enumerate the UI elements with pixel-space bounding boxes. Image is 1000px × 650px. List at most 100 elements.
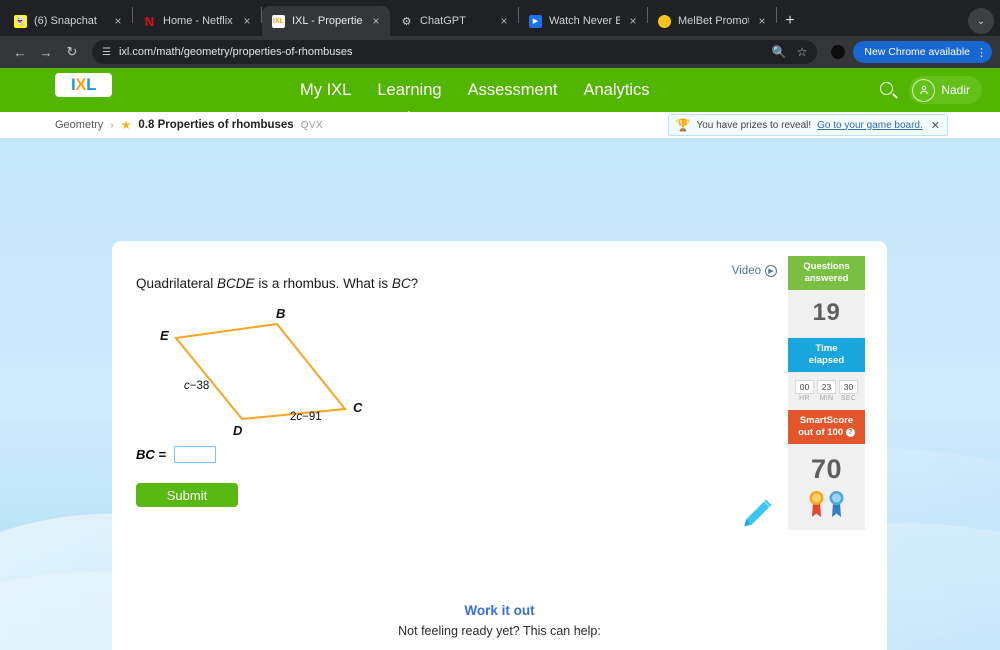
timer-hr-label: HR — [799, 395, 810, 402]
nav-item-learning[interactable]: Learning — [377, 68, 441, 112]
play-circle-icon[interactable]: ▶ — [765, 265, 777, 277]
stats-panel: Questions answered 19 Time elapsed 00 23… — [788, 256, 865, 530]
te-title-1: Time — [815, 343, 838, 354]
skill-code: QVX — [300, 119, 324, 131]
tab-close-icon[interactable]: × — [756, 15, 768, 27]
snapchat-favicon-icon: 👻 — [14, 14, 27, 28]
rhombus-outline — [174, 322, 347, 421]
smartscore-header: SmartScore out of 100 ? — [788, 410, 865, 444]
new-tab-button[interactable]: + — [777, 8, 803, 34]
side-label-ed: c−38 — [184, 380, 209, 392]
prompt-quad-name: BCDE — [217, 276, 255, 291]
timer-seconds: 30 — [839, 380, 858, 394]
question-prompt: Quadrilateral BCDE is a rhombus. What is… — [136, 276, 418, 291]
browser-tab-netflix[interactable]: N Home - Netflix × — [133, 6, 261, 36]
nav-item-my-ixl[interactable]: My IXL — [300, 68, 351, 112]
tab-title: (6) Snapchat — [34, 15, 97, 27]
prompt-mid: is a rhombus. What is — [254, 276, 392, 291]
tab-close-icon[interactable]: × — [627, 15, 639, 27]
ixl-logo[interactable]: I X L — [55, 73, 112, 97]
forward-arrow-icon[interactable]: → — [34, 40, 58, 64]
search-icon[interactable] — [880, 81, 897, 99]
submit-button[interactable]: Submit — [136, 483, 238, 507]
side-label-dc-rest: −91 — [302, 411, 322, 423]
game-board-link[interactable]: Go to your game board. — [817, 120, 923, 131]
address-bar[interactable]: ☰ ixl.com/math/geometry/properties-of-rh… — [92, 40, 818, 64]
ss-title-2-row: out of 100 ? — [788, 427, 865, 439]
prompt-segment-name: BC — [391, 276, 411, 291]
questions-answered-value: 19 — [812, 299, 841, 326]
nav-item-analytics[interactable]: Analytics — [583, 68, 649, 112]
breadcrumb-subject[interactable]: Geometry — [55, 119, 103, 131]
site-settings-tune-icon[interactable]: ☰ — [102, 47, 111, 58]
te-title-2: elapsed — [808, 355, 845, 366]
tab-title: IXL - Properties of rhomb — [292, 15, 363, 27]
answer-label: BC = — [136, 447, 166, 462]
breadcrumb-bar: Geometry › ★ 0.8 Properties of rhombuses… — [0, 112, 1000, 138]
browser-tab-snapchat[interactable]: 👻 (6) Snapchat × — [4, 6, 132, 36]
tab-close-icon[interactable]: × — [112, 15, 124, 27]
ixl-main-nav: I X L My IXL Learning Assessment Analyti… — [0, 68, 1000, 112]
tab-close-icon[interactable]: × — [370, 15, 382, 27]
close-icon[interactable]: ✕ — [931, 119, 940, 132]
zoom-in-icon[interactable]: 🔍 — [772, 45, 787, 59]
ixl-page: I X L My IXL Learning Assessment Analyti… — [0, 68, 1000, 650]
chatgpt-favicon-icon: ⚙ — [401, 15, 412, 28]
tab-title: Home - Netflix — [163, 15, 233, 27]
time-elapsed-header: Time elapsed — [788, 338, 865, 372]
not-ready-text: Not feeling ready yet? This can help: — [398, 624, 601, 638]
back-arrow-icon[interactable]: ← — [8, 40, 32, 64]
pencil-icon[interactable] — [739, 496, 775, 532]
url-text: ixl.com/math/geometry/properties-of-rhom… — [118, 46, 353, 58]
prompt-end: ? — [410, 276, 419, 291]
video-link[interactable]: Video ▶ — [732, 265, 777, 277]
breadcrumb-separator: › — [110, 119, 114, 131]
browser-tab-video[interactable]: ▶ Watch Never Back Down × — [519, 6, 647, 36]
side-label-ed-rest: −38 — [189, 380, 210, 392]
bookmark-star-outline-icon[interactable]: ☆ — [797, 45, 808, 59]
gold-ribbon-icon — [809, 491, 824, 517]
user-name-label: Nadir — [941, 83, 970, 97]
nav-links: My IXL Learning Assessment Analytics — [300, 68, 650, 112]
browser-menu-kebab-icon[interactable]: ⋮ — [976, 46, 987, 59]
prompt-pre: Quadrilateral — [136, 276, 218, 291]
timer-minutes: 23 — [817, 380, 836, 394]
tab-title: ChatGPT — [420, 15, 466, 27]
logo-letter-l: L — [86, 75, 96, 94]
address-bar-actions: 🔍 ☆ — [772, 45, 808, 59]
breadcrumb-skill-title: 0.8 Properties of rhombuses — [138, 119, 294, 131]
tab-search-chevron-down-icon[interactable]: ⌄ — [968, 8, 994, 34]
avatar-icon — [912, 78, 936, 102]
browser-tab-ixl[interactable]: IXL IXL - Properties of rhomb × — [262, 6, 390, 36]
help-circle-icon[interactable]: ? — [845, 427, 855, 437]
browser-tab-melbet[interactable]: MelBet Promotion - Rock × — [648, 6, 776, 36]
nav-item-assessment[interactable]: Assessment — [468, 68, 558, 112]
work-it-out-heading: Work it out — [464, 603, 535, 618]
reload-icon[interactable]: ↻ — [60, 40, 84, 64]
answer-input[interactable] — [173, 446, 216, 463]
timer-values: 00 23 30 — [788, 372, 865, 395]
vertex-label-e: E — [160, 328, 169, 343]
browser-tab-chatgpt[interactable]: ⚙ ChatGPT × — [390, 6, 518, 36]
chrome-update-button[interactable]: New Chrome available ⋮ — [853, 41, 992, 63]
melbet-favicon-icon — [658, 14, 671, 28]
profile-avatar-icon[interactable] — [831, 45, 846, 59]
timer-hours: 00 — [795, 380, 814, 394]
vertex-label-b: B — [276, 306, 286, 321]
netflix-favicon-icon: N — [144, 13, 155, 29]
question-card: Video ▶ Quadrilateral BCDE is a rhombus.… — [112, 241, 887, 650]
smartscore-value: 70 — [810, 454, 843, 484]
vertex-label-c: C — [353, 400, 363, 415]
user-menu-button[interactable]: Nadir — [909, 76, 982, 104]
browser-window: 👻 (6) Snapchat × N Home - Netflix × IXL … — [0, 0, 1000, 650]
video-label: Video — [731, 265, 761, 277]
ixl-favicon-icon: IXL — [272, 14, 285, 28]
prize-banner-text: You have prizes to reveal! — [696, 119, 812, 131]
ss-title-2: out of 100 — [798, 427, 844, 438]
nav-right-controls: Nadir — [880, 76, 982, 104]
timer-labels: HR MIN SEC — [788, 395, 865, 410]
star-icon[interactable]: ★ — [121, 118, 132, 132]
tab-close-icon[interactable]: × — [241, 15, 253, 27]
tab-close-icon[interactable]: × — [498, 15, 510, 27]
tab-title: MelBet Promotion - Rock — [678, 15, 749, 27]
